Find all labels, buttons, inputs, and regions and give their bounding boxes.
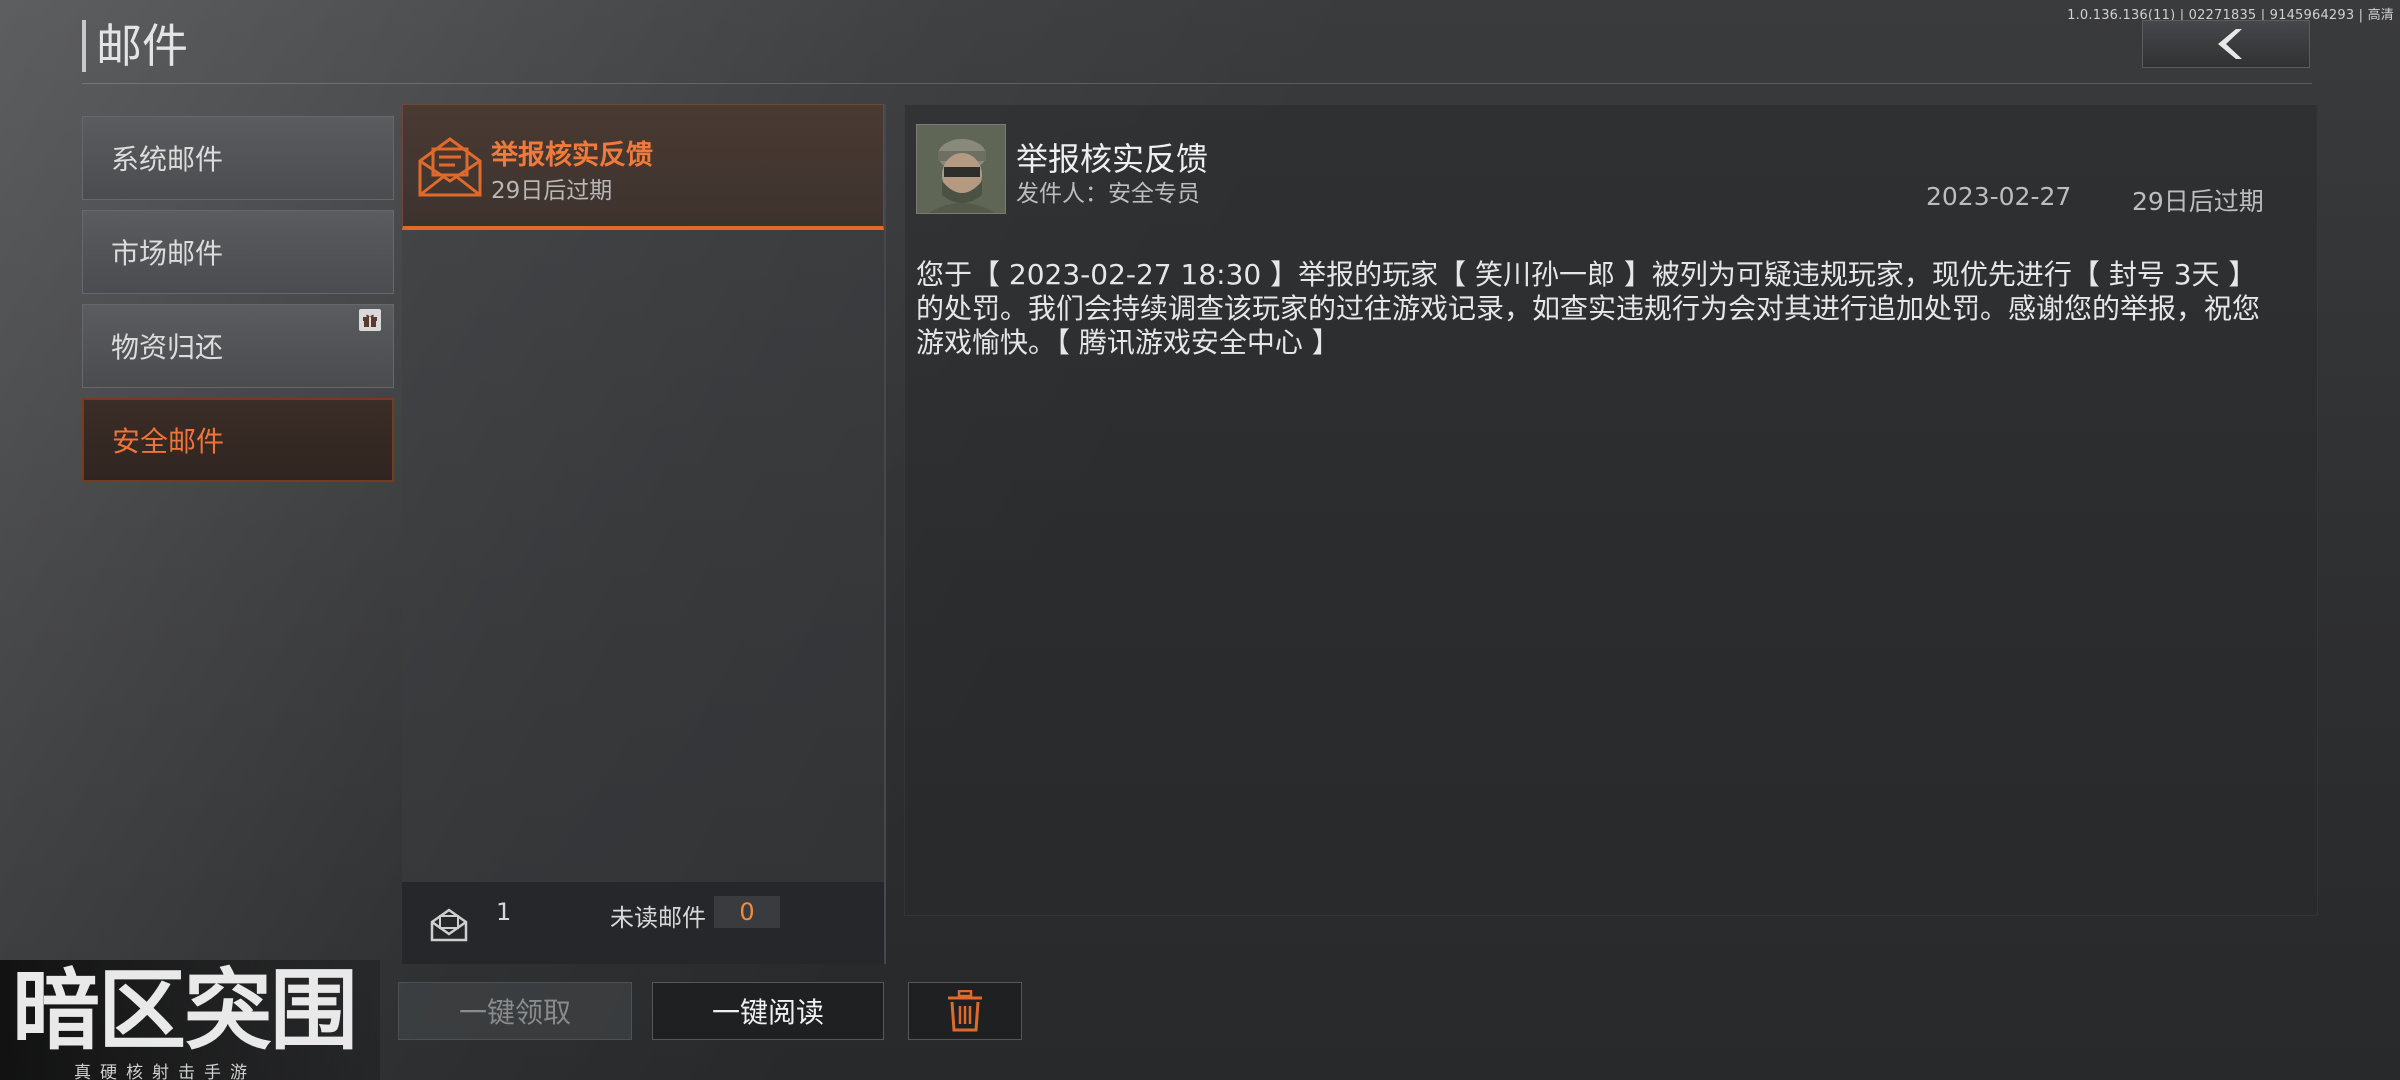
category-label: 物资归还 bbox=[111, 331, 224, 364]
mail-detail-panel bbox=[904, 104, 2318, 916]
mail-count: 1 bbox=[496, 898, 512, 926]
trash-icon bbox=[948, 990, 982, 1032]
unread-label: 未读邮件 bbox=[610, 904, 706, 932]
mail-body: 您于【 2023-02-27 18:30 】举报的玩家【 笑川孙一郎 】被列为可… bbox=[916, 258, 2261, 359]
mail-expire: 29日后过期 bbox=[2132, 187, 2264, 216]
category-label: 安全邮件 bbox=[112, 425, 225, 458]
game-logo-title: 暗区突围 bbox=[12, 959, 358, 1062]
delete-button[interactable] bbox=[908, 982, 1022, 1040]
category-market-mail[interactable]: 市场邮件 bbox=[82, 210, 394, 294]
category-supply-return[interactable]: 物资归还 bbox=[82, 304, 394, 388]
back-button[interactable] bbox=[2142, 20, 2310, 68]
category-label: 系统邮件 bbox=[111, 143, 224, 176]
mail-item-title: 举报核实反馈 bbox=[491, 140, 653, 171]
category-security-mail[interactable]: 安全邮件 bbox=[82, 398, 394, 482]
game-logo: 暗区突围 真硬核射击手游 bbox=[0, 960, 380, 1080]
mail-list-footer: 1 未读邮件 0 bbox=[402, 882, 884, 964]
gift-icon bbox=[359, 309, 381, 331]
mail-date: 2023-02-27 bbox=[1926, 182, 2072, 211]
page-title: 邮件 bbox=[82, 20, 188, 72]
mail-item-expire: 29日后过期 bbox=[491, 178, 613, 204]
mail-list-item[interactable]: 举报核实反馈 29日后过期 bbox=[402, 104, 884, 230]
chevron-left-icon bbox=[2218, 29, 2242, 59]
unread-count: 0 bbox=[714, 896, 780, 928]
read-all-button[interactable]: 一键阅读 bbox=[652, 982, 884, 1040]
title-divider bbox=[82, 83, 2312, 84]
envelope-icon bbox=[430, 908, 468, 942]
category-system-mail[interactable]: 系统邮件 bbox=[82, 116, 394, 200]
claim-all-button[interactable]: 一键领取 bbox=[398, 982, 632, 1040]
game-logo-tagline: 真硬核射击手游 bbox=[74, 1063, 256, 1080]
mail-list: 举报核实反馈 29日后过期 bbox=[402, 104, 886, 964]
mail-sender: 发件人：安全专员 bbox=[1016, 181, 1200, 207]
sender-avatar bbox=[916, 124, 1006, 214]
open-envelope-icon bbox=[418, 137, 482, 197]
category-label: 市场邮件 bbox=[111, 237, 224, 270]
